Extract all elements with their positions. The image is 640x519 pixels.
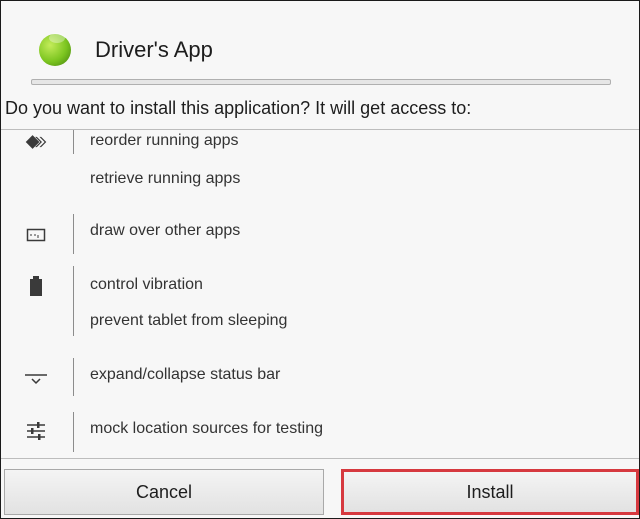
- permission-line: prevent tablet from sleeping: [90, 312, 288, 329]
- permission-group-status-bar: expand/collapse status bar: [1, 358, 639, 396]
- title-divider: [31, 79, 611, 85]
- install-prompt: Do you want to install this application?…: [5, 98, 472, 118]
- permission-line: expand/collapse status bar: [90, 366, 281, 383]
- battery-icon: [24, 274, 48, 298]
- permission-separator: [73, 358, 74, 396]
- permission-line: control vibration: [90, 276, 203, 293]
- permission-list[interactable]: reorder running apps retrieve running ap…: [1, 130, 639, 458]
- sliders-icon: [24, 419, 48, 443]
- permission-separator: [73, 214, 74, 254]
- permission-group-hardware: control vibration prevent tablet from sl…: [1, 266, 639, 336]
- permission-line: retrieve running apps: [90, 170, 241, 187]
- running-apps-icon: [24, 130, 48, 154]
- install-button[interactable]: Install: [341, 469, 639, 515]
- permission-separator: [73, 412, 74, 452]
- permission-separator: [73, 130, 74, 154]
- status-bar-icon: [24, 366, 48, 390]
- app-title: Driver's App: [95, 37, 213, 62]
- permission-line: mock location sources for testing: [90, 420, 323, 437]
- permission-separator: [73, 266, 74, 336]
- permission-group-running-apps: reorder running apps retrieve running ap…: [1, 130, 639, 200]
- permission-group-overlay: draw over other apps: [1, 214, 639, 254]
- dialog-header: Driver's App: [1, 1, 639, 85]
- cancel-button[interactable]: Cancel: [4, 469, 324, 515]
- permission-line: reorder running apps: [90, 132, 239, 149]
- permission-group-mock-location: mock location sources for testing: [1, 412, 639, 452]
- window-overlay-icon: [24, 223, 48, 247]
- permission-line: draw over other apps: [90, 222, 241, 239]
- footer-divider: [1, 458, 639, 459]
- app-icon: [39, 33, 71, 66]
- install-dialog: Driver's App Do you want to install this…: [0, 0, 640, 519]
